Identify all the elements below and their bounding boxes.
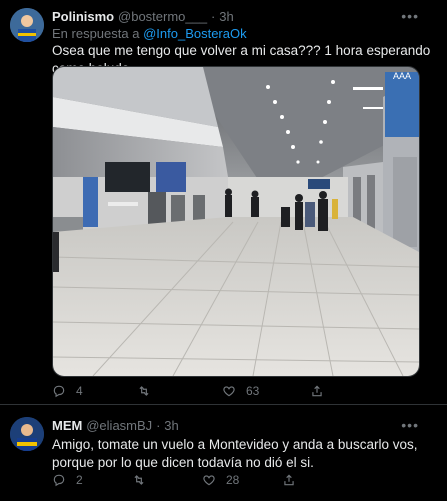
reply-count: 2 [76, 473, 83, 487]
tweet-header: MEM @eliasmBJ · 3h ••• [52, 417, 437, 435]
reply-button[interactable]: 4 [52, 384, 83, 398]
more-options-icon[interactable]: ••• [401, 8, 419, 24]
retweet-button[interactable] [137, 384, 161, 398]
reply-context: En respuesta a @Info_BosteraOk [52, 26, 247, 41]
separator: · [156, 418, 161, 433]
like-count: 63 [246, 384, 260, 398]
avatar[interactable] [10, 417, 44, 451]
timestamp[interactable]: 3h [219, 9, 233, 24]
author-name[interactable]: MEM [52, 418, 82, 433]
author-handle[interactable]: @eliasmBJ [86, 418, 152, 433]
retweet-icon [134, 475, 144, 485]
share-button[interactable] [310, 384, 334, 398]
tweet-actions: 2 28 [52, 473, 412, 491]
reply-icon [53, 474, 65, 487]
reply-prefix: En respuesta a [52, 26, 140, 41]
retweet-icon [139, 386, 149, 396]
like-count: 28 [226, 473, 240, 487]
like-button[interactable]: 63 [222, 384, 259, 398]
share-icon [312, 385, 322, 397]
timestamp[interactable]: 3h [164, 418, 178, 433]
tweet-text: Amigo, tomate un vuelo a Montevideo y an… [52, 437, 418, 470]
tweet[interactable]: MEM @eliasmBJ · 3h ••• Amigo, tomate un … [0, 404, 447, 501]
share-button[interactable] [282, 473, 306, 487]
reply-count: 4 [76, 384, 83, 398]
sign-text: AAA [393, 71, 411, 81]
retweet-button[interactable] [132, 473, 156, 487]
heart-icon [203, 475, 215, 486]
reply-to-link[interactable]: @Info_BosteraOk [143, 26, 247, 41]
tweet-actions: 4 63 [52, 384, 412, 402]
tweet-media-image[interactable]: AAA [52, 66, 420, 377]
tweet[interactable]: Polinismo @bostermo___ · 3h ••• En respu… [0, 0, 447, 398]
airport-terminal-photo: AAA [53, 67, 419, 376]
tweet-header: Polinismo @bostermo___ · 3h ••• [52, 8, 437, 26]
separator: · [210, 9, 216, 24]
avatar[interactable] [10, 8, 44, 42]
author-name[interactable]: Polinismo [52, 9, 114, 24]
share-icon [284, 474, 294, 486]
reply-icon [53, 385, 65, 398]
more-options-icon[interactable]: ••• [401, 417, 419, 433]
reply-button[interactable]: 2 [52, 473, 83, 487]
heart-icon [223, 386, 235, 397]
author-handle[interactable]: @bostermo___ [118, 9, 207, 24]
like-button[interactable]: 28 [202, 473, 239, 487]
